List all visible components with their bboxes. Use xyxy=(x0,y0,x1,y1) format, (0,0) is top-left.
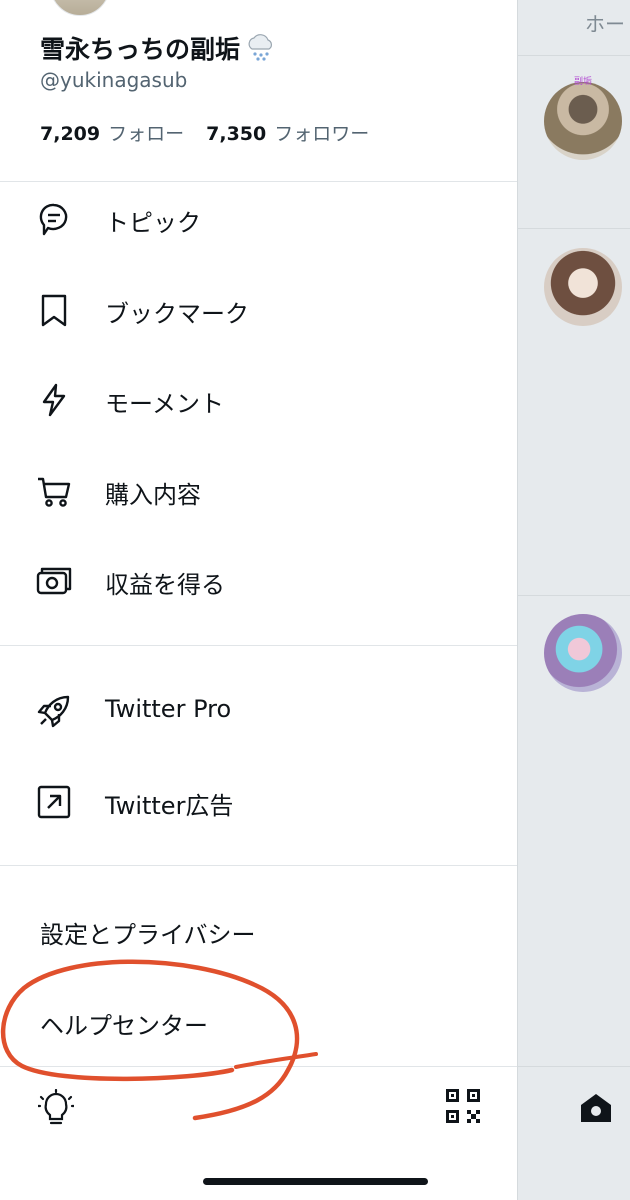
side-drawer: 雪永ちっちの副垢 @yukinagasub 7,209 フォロー 7,350 フォロワ… xyxy=(0,0,517,1200)
menu-item-twitter-pro[interactable]: Twitter Pro xyxy=(0,681,517,741)
rocket-icon xyxy=(37,695,70,728)
dimmed-timeline[interactable]: ホー 副垢 xyxy=(517,0,630,1200)
timeline-bottom-bar xyxy=(518,1066,630,1200)
display-name-text: 雪永ちっちの副垢 xyxy=(40,35,241,64)
following-link[interactable]: 7,209 フォロー xyxy=(40,123,184,145)
divider xyxy=(0,645,517,646)
money-icon xyxy=(36,567,72,595)
cloud-with-snow-icon xyxy=(248,34,272,61)
settings-and-privacy-link[interactable]: 設定とプライバシー xyxy=(40,915,256,950)
avatar-tag: 副垢 xyxy=(574,77,593,87)
external-arrow-icon xyxy=(37,785,71,819)
bookmark-icon xyxy=(41,294,67,327)
followers-link[interactable]: 7,350 フォロワー xyxy=(206,123,369,145)
timeline-header: ホー xyxy=(518,0,630,56)
menu-label: 購入内容 xyxy=(105,481,201,509)
menu-label: ブックマーク xyxy=(105,300,249,328)
divider xyxy=(0,181,517,182)
following-count: 7,209 xyxy=(40,123,101,145)
followers-label: フォロワー xyxy=(274,123,370,145)
follow-stats: 7,209 フォロー 7,350 フォロワー xyxy=(40,119,369,146)
topics-icon xyxy=(39,203,68,236)
menu-item-twitter-ads[interactable]: Twitter広告 xyxy=(0,772,517,832)
lightbulb-icon[interactable] xyxy=(38,1089,74,1129)
lightning-icon xyxy=(42,383,66,417)
profile-handle: @yukinagasub xyxy=(40,68,188,92)
menu-label: Twitter広告 xyxy=(105,792,234,820)
menu-item-topics[interactable]: トピック xyxy=(0,189,517,249)
menu-label: モーメント xyxy=(105,390,225,418)
profile-display-name[interactable]: 雪永ちっちの副垢 xyxy=(40,30,276,66)
qr-code-icon[interactable] xyxy=(446,1089,480,1123)
following-label: フォロー xyxy=(108,123,185,145)
menu-label: トピック xyxy=(105,209,201,237)
help-center-link[interactable]: ヘルプセンター xyxy=(40,1006,208,1041)
profile-avatar[interactable] xyxy=(50,0,110,16)
menu-label: Twitter Pro xyxy=(105,695,232,723)
timeline-avatar-2[interactable] xyxy=(544,248,622,326)
menu-item-moments[interactable]: モーメント xyxy=(0,370,517,430)
menu-item-purchases[interactable]: 購入内容 xyxy=(0,461,517,521)
cart-icon xyxy=(38,477,71,507)
divider xyxy=(0,865,517,866)
timeline-title: ホー xyxy=(585,12,625,36)
timeline-avatar-3[interactable] xyxy=(544,614,622,692)
menu-item-monetization[interactable]: 収益を得る xyxy=(0,551,517,611)
followers-count: 7,350 xyxy=(206,123,267,145)
timeline-divider xyxy=(518,228,630,229)
menu-item-bookmarks[interactable]: ブックマーク xyxy=(0,280,517,340)
menu-label: 収益を得る xyxy=(105,571,225,599)
timeline-avatar-1[interactable] xyxy=(544,82,622,160)
home-icon[interactable] xyxy=(578,1091,614,1127)
timeline-divider xyxy=(518,595,630,596)
home-indicator[interactable] xyxy=(203,1178,428,1185)
